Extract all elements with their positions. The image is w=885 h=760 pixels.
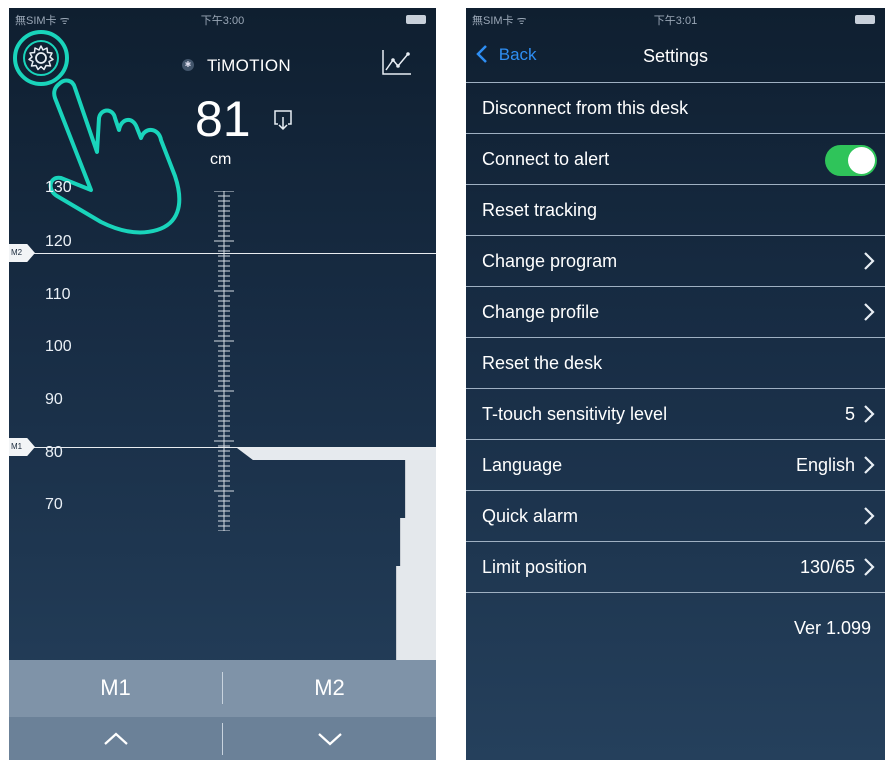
settings-item-t-touch-sensitivity-level[interactable]: T-touch sensitivity level 5 — [466, 389, 885, 440]
memory-line-m2 — [9, 253, 436, 254]
scale-label: 120 — [45, 233, 72, 250]
navigation-bar: Back Settings — [466, 30, 885, 82]
settings-screen: 無SIM卡 ᯤ 下午3:01 Back Settings Disconnect … — [466, 8, 885, 760]
battery-icon — [406, 15, 426, 24]
settings-item-label: Change program — [482, 251, 618, 271]
height-unit: cm — [210, 151, 232, 168]
memory-flag-m1: M1 — [9, 438, 35, 456]
scale-label: 130 — [45, 179, 72, 196]
m1-button[interactable]: M1 — [9, 660, 222, 715]
chevron-right-icon — [864, 507, 875, 525]
settings-item-label: T-touch sensitivity level — [482, 404, 668, 424]
clock-text: 下午3:00 — [200, 15, 245, 27]
save-icon[interactable] — [271, 108, 295, 132]
memory-flag-m2: M2 — [9, 244, 35, 262]
version-label: Ver 1.099 — [793, 618, 871, 638]
settings-item-quick-alarm[interactable]: Quick alarm — [466, 491, 885, 542]
settings-item-reset-the-desk[interactable]: Reset the desk — [466, 338, 885, 389]
settings-item-value: 130/65 — [799, 557, 855, 577]
page-title: Settings — [642, 46, 709, 66]
toggle-knob — [848, 147, 875, 174]
settings-item-label: Disconnect from this desk — [482, 98, 689, 118]
settings-item-value: 5 — [844, 404, 855, 424]
settings-item-label: Limit position — [482, 557, 588, 577]
settings-item-label: Reset the desk — [482, 353, 603, 373]
desk-control-screen: 無SIM卡 ᯤ 下午3:00 ✱ TiMOTION 81 cm 130 120 … — [9, 8, 436, 760]
move-up-button[interactable] — [9, 717, 222, 760]
current-height-value: 81 — [195, 91, 251, 147]
move-down-button[interactable] — [223, 717, 436, 760]
hand-pointer-icon — [48, 78, 182, 235]
m2-button[interactable]: M2 — [223, 660, 436, 715]
settings-item-value: English — [795, 455, 855, 475]
scale-label: 110 — [45, 286, 71, 303]
chevron-right-icon — [864, 252, 875, 270]
height-ruler[interactable] — [214, 191, 234, 531]
status-bar: 無SIM卡 ᯤ 下午3:00 — [9, 8, 436, 30]
settings-item-change-profile[interactable]: Change profile — [466, 287, 885, 338]
memory-line-m1 — [9, 447, 436, 448]
status-bar: 無SIM卡 ᯤ 下午3:01 — [466, 8, 885, 30]
settings-item-label: Change profile — [482, 302, 600, 322]
settings-item-disconnect-from-this-desk[interactable]: Disconnect from this desk — [466, 83, 885, 134]
alert-toggle[interactable] — [825, 145, 877, 176]
memory-control-bar: M1 M2 — [9, 660, 436, 760]
scale-label: 70 — [45, 496, 63, 513]
settings-item-change-program[interactable]: Change program — [466, 236, 885, 287]
desk-column-top — [405, 460, 436, 518]
clock-text: 下午3:01 — [653, 15, 698, 27]
settings-item-reset-tracking[interactable]: Reset tracking — [466, 185, 885, 236]
settings-list: Disconnect from this desk Connect to aler… — [466, 82, 885, 593]
settings-item-language[interactable]: Language English — [466, 440, 885, 491]
desk-top-illustration — [237, 448, 436, 460]
battery-icon — [855, 15, 875, 24]
chevron-right-icon — [864, 303, 875, 321]
gear-icon — [28, 45, 54, 71]
chevron-right-icon — [864, 405, 875, 423]
chevron-up-icon — [103, 732, 128, 745]
scale-label: 90 — [45, 391, 63, 408]
settings-item-limit-position[interactable]: Limit position 130/65 — [466, 542, 885, 593]
settings-item-label: Connect to alert — [482, 149, 610, 169]
chevron-down-icon — [317, 733, 342, 746]
settings-item-connect-to-alert[interactable]: Connect to alert — [466, 134, 885, 185]
brand-name: TiMOTION — [207, 56, 291, 75]
settings-item-label: Reset tracking — [482, 200, 598, 220]
scale-label: 100 — [45, 338, 72, 355]
desk-column-mid — [400, 518, 436, 566]
settings-item-label: Language — [482, 455, 563, 475]
chart-icon[interactable] — [381, 48, 413, 76]
chevron-right-icon — [864, 558, 875, 576]
settings-item-label: Quick alarm — [482, 506, 579, 526]
chevron-right-icon — [864, 456, 875, 474]
